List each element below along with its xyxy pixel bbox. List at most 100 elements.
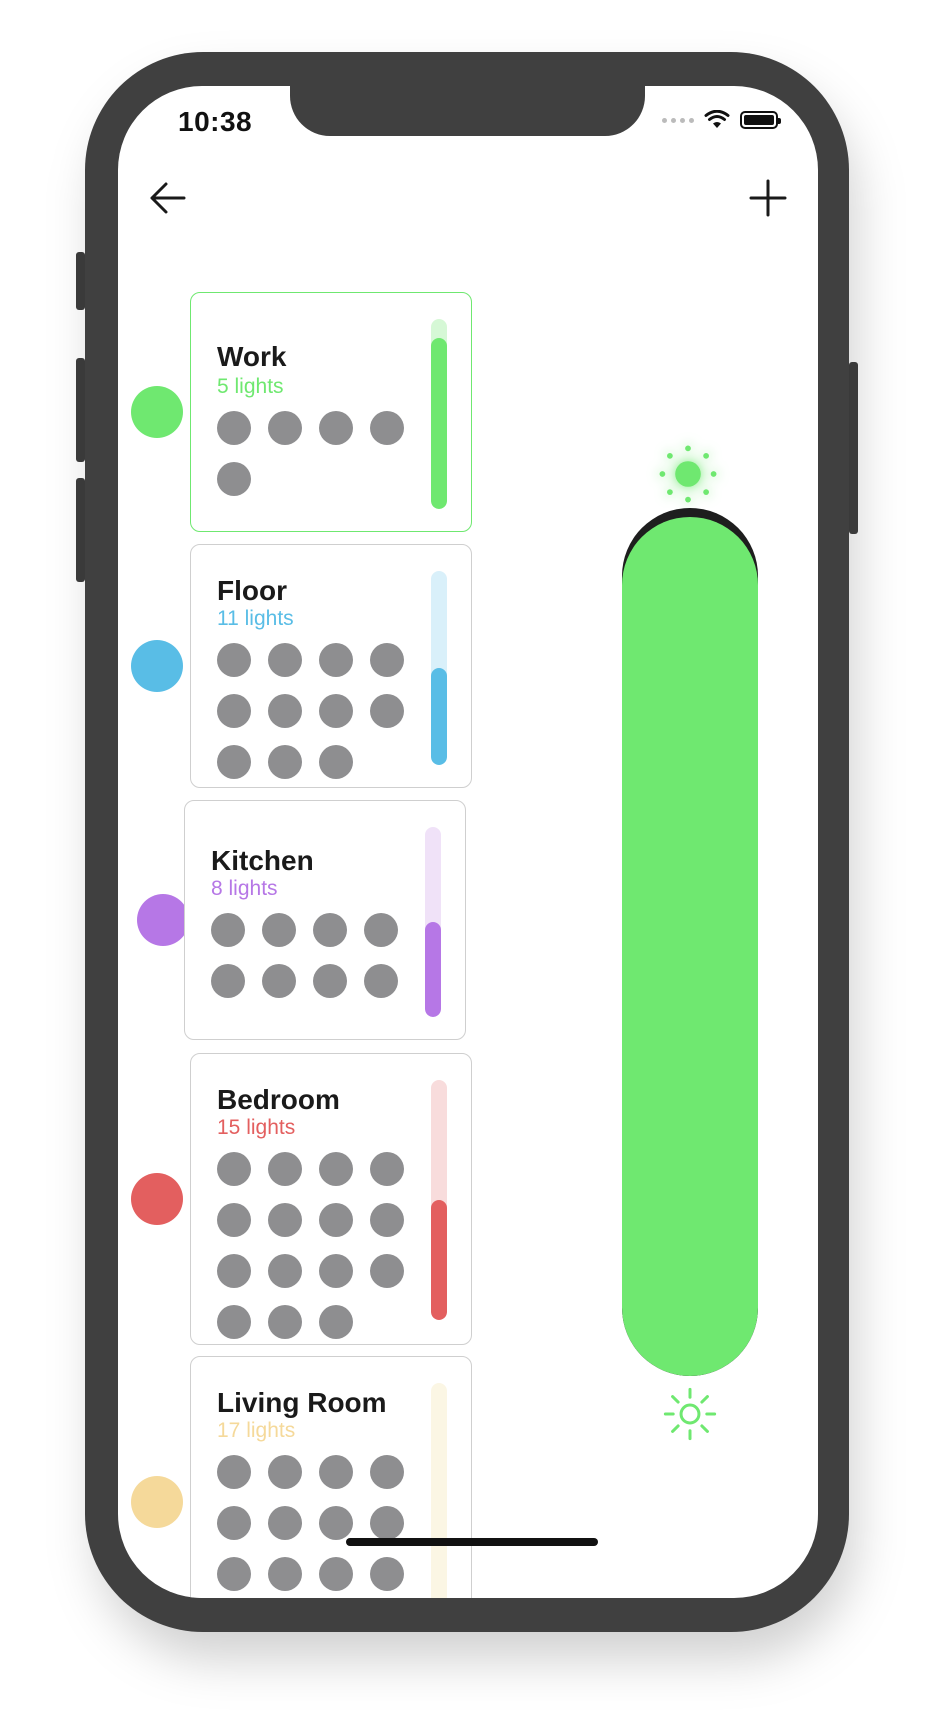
lights-grid — [211, 913, 398, 998]
room-brightness-bar[interactable] — [431, 319, 447, 509]
room-brightness-fill — [431, 1503, 447, 1598]
light-bulb-dot[interactable] — [370, 643, 404, 677]
light-bulb-dot[interactable] — [313, 964, 347, 998]
notch — [290, 86, 645, 136]
lights-grid — [217, 643, 404, 779]
room-color-dot[interactable] — [131, 640, 183, 692]
light-bulb-dot[interactable] — [268, 1506, 302, 1540]
light-bulb-dot[interactable] — [217, 1203, 251, 1237]
room-color-dot[interactable] — [137, 894, 189, 946]
light-bulb-dot[interactable] — [319, 1506, 353, 1540]
light-bulb-dot[interactable] — [268, 1254, 302, 1288]
light-bulb-dot[interactable] — [370, 1557, 404, 1591]
light-bulb-dot[interactable] — [370, 1152, 404, 1186]
light-bulb-dot[interactable] — [319, 1455, 353, 1489]
light-bulb-dot[interactable] — [319, 1152, 353, 1186]
light-bulb-dot[interactable] — [217, 462, 251, 496]
home-indicator — [346, 1538, 598, 1546]
volume-up-button — [76, 358, 85, 462]
status-icons — [662, 110, 781, 130]
room-color-dot[interactable] — [131, 1476, 183, 1528]
light-bulb-dot[interactable] — [319, 1557, 353, 1591]
light-bulb-dot[interactable] — [217, 1455, 251, 1489]
status-time: 10:38 — [178, 106, 253, 137]
light-bulb-dot[interactable] — [268, 1152, 302, 1186]
room-color-dot[interactable] — [131, 386, 183, 438]
room-card[interactable]: Floor 11 lights — [190, 544, 472, 788]
light-bulb-dot[interactable] — [217, 1254, 251, 1288]
light-bulb-dot[interactable] — [268, 643, 302, 677]
room-brightness-bar[interactable] — [431, 571, 447, 765]
wifi-icon — [704, 110, 730, 128]
light-bulb-dot[interactable] — [217, 1305, 251, 1339]
light-bulb-dot[interactable] — [217, 1506, 251, 1540]
light-bulb-dot[interactable] — [313, 913, 347, 947]
room-card[interactable]: Kitchen 8 lights — [184, 800, 466, 1040]
light-bulb-dot[interactable] — [268, 1557, 302, 1591]
light-bulb-dot[interactable] — [319, 745, 353, 779]
light-bulb-dot[interactable] — [268, 1305, 302, 1339]
room-light-count: 5 lights — [217, 375, 284, 398]
brightness-slider[interactable] — [622, 508, 758, 1376]
light-bulb-dot[interactable] — [364, 964, 398, 998]
light-bulb-dot[interactable] — [211, 913, 245, 947]
lights-grid — [217, 1152, 404, 1339]
light-bulb-dot[interactable] — [211, 964, 245, 998]
power-button — [849, 362, 858, 534]
light-bulb-dot[interactable] — [370, 1203, 404, 1237]
light-bulb-dot[interactable] — [319, 411, 353, 445]
light-bulb-dot[interactable] — [370, 411, 404, 445]
add-button[interactable] — [748, 178, 788, 218]
light-bulb-dot[interactable] — [370, 1506, 404, 1540]
room-card[interactable]: Living Room 17 lights — [190, 1356, 472, 1598]
room-brightness-bar[interactable] — [431, 1080, 447, 1320]
light-bulb-dot[interactable] — [268, 411, 302, 445]
light-bulb-dot[interactable] — [370, 1254, 404, 1288]
light-bulb-dot[interactable] — [268, 745, 302, 779]
room-name: Floor — [217, 575, 287, 606]
room-light-count: 15 lights — [217, 1116, 296, 1139]
mute-switch — [76, 252, 85, 310]
room-brightness-fill — [431, 1200, 447, 1320]
sun-filled-icon — [659, 445, 717, 503]
cellular-signal-icon — [662, 117, 694, 123]
light-bulb-dot[interactable] — [319, 1305, 353, 1339]
light-bulb-dot[interactable] — [217, 1557, 251, 1591]
room-brightness-bar[interactable] — [425, 827, 441, 1017]
light-bulb-dot[interactable] — [319, 1203, 353, 1237]
light-bulb-dot[interactable] — [370, 1455, 404, 1489]
room-name: Kitchen — [211, 845, 314, 876]
light-bulb-dot[interactable] — [262, 964, 296, 998]
battery-icon — [740, 111, 781, 129]
room-light-count: 11 lights — [217, 607, 294, 630]
room-card[interactable]: Work 5 lights — [190, 292, 472, 532]
brightness-slider-fill — [622, 516, 758, 1376]
room-light-count: 17 lights — [217, 1419, 296, 1442]
light-bulb-dot[interactable] — [268, 1455, 302, 1489]
light-bulb-dot[interactable] — [364, 913, 398, 947]
room-brightness-bar[interactable] — [431, 1383, 447, 1598]
light-bulb-dot[interactable] — [217, 643, 251, 677]
light-bulb-dot[interactable] — [319, 643, 353, 677]
room-brightness-fill — [425, 922, 441, 1017]
app-screen: 10:38 Work 5 lights Floor 11 lights Kitchen 8… — [118, 86, 818, 1598]
room-brightness-fill — [431, 338, 447, 509]
light-bulb-dot[interactable] — [319, 1254, 353, 1288]
light-bulb-dot[interactable] — [217, 1152, 251, 1186]
back-button[interactable] — [148, 178, 188, 218]
light-bulb-dot[interactable] — [262, 913, 296, 947]
light-bulb-dot[interactable] — [217, 694, 251, 728]
light-bulb-dot[interactable] — [268, 694, 302, 728]
light-bulb-dot[interactable] — [370, 694, 404, 728]
room-brightness-fill — [431, 668, 447, 765]
room-color-dot[interactable] — [131, 1173, 183, 1225]
light-bulb-dot[interactable] — [217, 745, 251, 779]
light-bulb-dot[interactable] — [268, 1203, 302, 1237]
light-bulb-dot[interactable] — [319, 694, 353, 728]
room-name: Work — [217, 341, 287, 372]
room-card[interactable]: Bedroom 15 lights — [190, 1053, 472, 1345]
light-bulb-dot[interactable] — [217, 411, 251, 445]
volume-down-button — [76, 478, 85, 582]
lights-grid — [217, 411, 404, 496]
lights-grid — [217, 1455, 404, 1598]
